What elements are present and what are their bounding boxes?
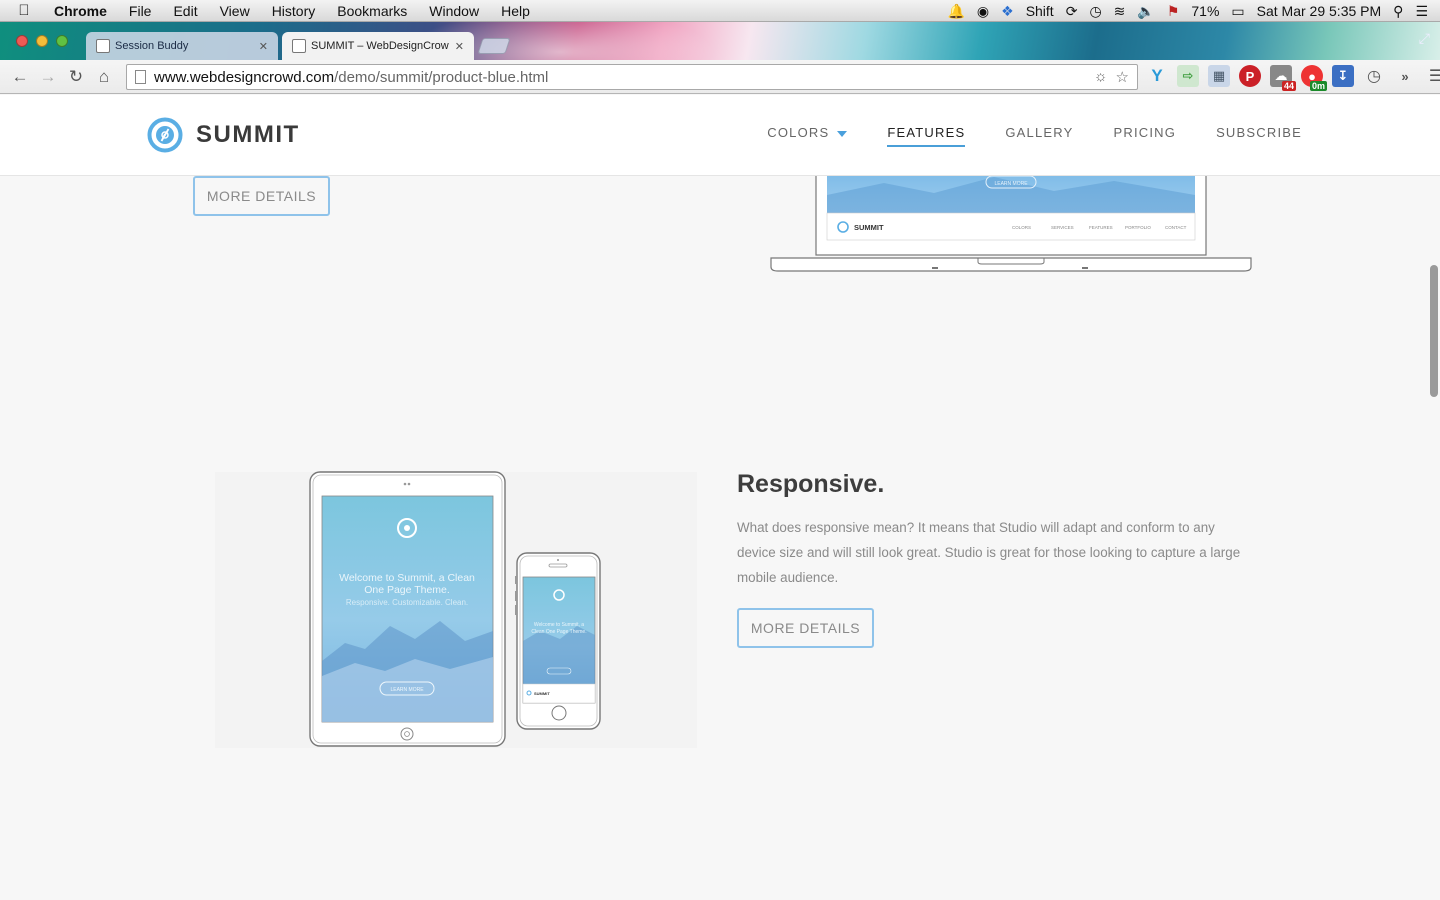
nav-subscribe[interactable]: SUBSCRIBE xyxy=(1216,125,1302,147)
status-area: 🔔 ◉ ❖ Shift ⟳ ◷ ≋ 🔈 ⚑ 71% ▭ Sat Mar 29 5… xyxy=(947,0,1440,22)
ext-arrow-icon[interactable]: ⇨ xyxy=(1177,65,1199,87)
page-viewport: SUMMIT COLORS FEATURES GALLERY PRICING S… xyxy=(0,95,1440,900)
new-tab-button[interactable] xyxy=(477,38,511,54)
home-icon[interactable]: ⌂ xyxy=(90,67,118,87)
ext-history-icon[interactable]: ◷ xyxy=(1363,65,1385,87)
page-icon xyxy=(135,70,146,84)
mock-nav-features: FEATURES xyxy=(1089,225,1113,230)
url-path: /demo/summit/product-blue.html xyxy=(334,68,549,86)
battery-percent[interactable]: 71% xyxy=(1191,3,1219,19)
tab-title: SUMMIT – WebDesignCrow xyxy=(311,40,449,52)
extensions-bar: Y ⇨ ▦ P ☁ 44 ● 0m ↧ ◷ » ☰ xyxy=(1146,65,1440,91)
shift-status[interactable]: Shift xyxy=(1026,3,1054,19)
mock-nav-portfolio: PORTFOLIO xyxy=(1125,225,1151,230)
more-details-button[interactable]: MORE DETAILS xyxy=(737,608,874,648)
menu-bar:  Chrome File Edit View History Bookmark… xyxy=(0,0,1440,22)
time-machine-icon[interactable]: ◷ xyxy=(1089,3,1101,20)
tablet-learn-more: LEARN MORE xyxy=(390,687,424,693)
ext-cloud-icon[interactable]: ☁ 44 xyxy=(1270,65,1296,91)
bookmark-star-icon[interactable]: ☆ xyxy=(1116,68,1129,86)
menu-app-name[interactable]: Chrome xyxy=(48,3,118,19)
nav-pricing[interactable]: PRICING xyxy=(1113,125,1176,147)
sync-icon[interactable]: ⟳ xyxy=(1066,3,1078,20)
tablet-headline-2: One Page Theme. xyxy=(364,584,450,596)
ext-overflow-icon[interactable]: » xyxy=(1394,65,1416,87)
site-header: SUMMIT COLORS FEATURES GALLERY PRICING S… xyxy=(0,95,1440,176)
menu-view[interactable]: View xyxy=(209,3,261,19)
tab-strip: Session Buddy ✕ SUMMIT – WebDesignCrow ✕… xyxy=(0,22,1440,60)
zoom-window-button[interactable] xyxy=(56,35,68,47)
address-bar[interactable]: www.webdesigncrowd.com/demo/summit/produ… xyxy=(126,64,1138,90)
mock-nav-contact: CONTACT xyxy=(1165,225,1187,230)
close-tab-icon[interactable]: ✕ xyxy=(259,40,268,53)
caret-down-icon xyxy=(837,130,848,137)
mock-learn-more: LEARN MORE xyxy=(994,181,1028,187)
nav-colors[interactable]: COLORS xyxy=(767,125,848,147)
nav-label: COLORS xyxy=(767,125,830,140)
wifi-icon[interactable]: ≋ xyxy=(1114,3,1126,20)
volume-icon[interactable]: 🔈 xyxy=(1137,3,1154,20)
tab-summit[interactable]: SUMMIT – WebDesignCrow ✕ xyxy=(282,32,474,60)
more-details-button[interactable]: MORE DETAILS xyxy=(193,176,330,216)
bell-icon[interactable]: 🔔 xyxy=(947,3,964,20)
compass-logo-icon xyxy=(147,117,183,153)
close-window-button[interactable] xyxy=(16,35,28,47)
menu-edit[interactable]: Edit xyxy=(162,3,208,19)
browser-toolbar: ← → ↻ ⌂ www.webdesigncrowd.com/demo/summ… xyxy=(0,60,1440,94)
session-buddy-favicon-icon xyxy=(96,39,110,53)
page-favicon-icon xyxy=(292,39,306,53)
notification-center-icon[interactable]: ☰ xyxy=(1415,3,1428,20)
nav-features[interactable]: FEATURES xyxy=(887,125,966,147)
ext-badge-count: 44 xyxy=(1281,81,1296,91)
mock-brand: SUMMIT xyxy=(854,223,884,232)
forward-arrow-icon[interactable]: → xyxy=(34,67,62,87)
nav-gallery[interactable]: GALLERY xyxy=(1005,125,1073,147)
chrome-menu-icon[interactable]: ☰ xyxy=(1425,65,1440,87)
tab-session-buddy[interactable]: Session Buddy ✕ xyxy=(86,32,278,60)
section-title: Responsive. xyxy=(737,470,885,498)
tablet-phone-mockup: Welcome to Summit, a Clean One Page Them… xyxy=(309,471,601,747)
ext-badge-time: 0m xyxy=(1309,81,1327,91)
logo-text: SUMMIT xyxy=(196,121,300,148)
mock-nav-services: SERVICES xyxy=(1051,225,1074,230)
us-flag-icon[interactable]: ⚑ xyxy=(1167,3,1180,20)
bowler-hat-icon[interactable]: ◉ xyxy=(977,3,989,20)
ext-pinterest-icon[interactable]: P xyxy=(1239,65,1261,87)
section-description: What does responsive mean? It means that… xyxy=(737,520,1241,585)
lightbulb-icon[interactable]: ☼ xyxy=(1094,68,1108,86)
minimize-window-button[interactable] xyxy=(36,35,48,47)
dropbox-icon[interactable]: ❖ xyxy=(1001,3,1014,20)
tablet-tagline: Responsive. Customizable. Clean. xyxy=(346,598,468,607)
clock[interactable]: Sat Mar 29 5:35 PM xyxy=(1257,3,1382,19)
ext-timer-icon[interactable]: ● 0m xyxy=(1301,65,1327,91)
site-logo[interactable]: SUMMIT xyxy=(147,117,300,153)
spotlight-icon[interactable]: ⚲ xyxy=(1393,3,1403,20)
main-nav: COLORS FEATURES GALLERY PRICING SUBSCRIB… xyxy=(727,125,1302,147)
page-scrollbar[interactable] xyxy=(1430,265,1438,397)
tab-title: Session Buddy xyxy=(115,40,189,52)
url-host: www.webdesigncrowd.com xyxy=(154,68,335,86)
menu-history[interactable]: History xyxy=(261,3,327,19)
back-arrow-icon[interactable]: ← xyxy=(6,67,34,87)
menu-window[interactable]: Window xyxy=(418,3,490,19)
ext-session-buddy-icon[interactable]: ▦ xyxy=(1208,65,1230,87)
phone-brand: SUMMIT xyxy=(534,691,550,696)
battery-icon[interactable]: ▭ xyxy=(1231,3,1244,20)
menu-bookmarks[interactable]: Bookmarks xyxy=(326,3,418,19)
phone-headline-2: Clean One Page Theme. xyxy=(531,629,586,635)
fullscreen-icon[interactable]: ⤢ xyxy=(1419,30,1430,47)
menu-help[interactable]: Help xyxy=(490,3,541,19)
reload-icon[interactable]: ↻ xyxy=(62,67,90,87)
ext-y-icon[interactable]: Y xyxy=(1146,65,1168,87)
menu-file[interactable]: File xyxy=(118,3,163,19)
tablet-headline-1: Welcome to Summit, a Clean xyxy=(339,572,475,584)
mock-nav-colors: COLORS xyxy=(1012,225,1031,230)
ext-download-icon[interactable]: ↧ xyxy=(1332,65,1354,87)
close-tab-icon[interactable]: ✕ xyxy=(455,40,464,53)
phone-headline-1: Welcome to Summit, a xyxy=(534,622,584,628)
apple-menu-icon[interactable]:  xyxy=(0,2,48,19)
